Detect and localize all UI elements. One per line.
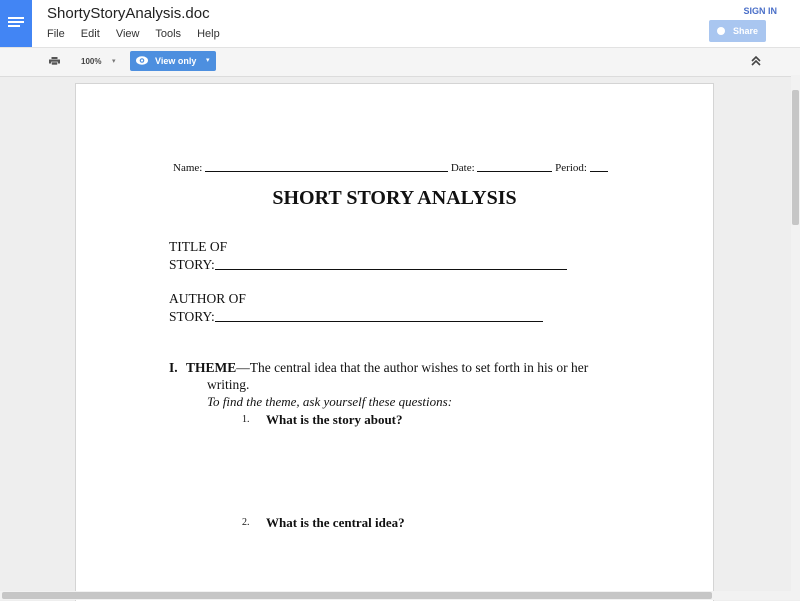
- author-label-2-row: STORY:: [169, 308, 543, 326]
- date-blank: [477, 160, 553, 172]
- person-icon: [716, 27, 725, 35]
- menu-edit[interactable]: Edit: [81, 28, 100, 40]
- author-label-1: AUTHOR OF: [169, 291, 246, 306]
- question-number: 1.: [242, 414, 250, 425]
- document-page: Name: Date: Period: SHORT STORY ANALYSIS…: [75, 83, 714, 601]
- view-only-label: View only: [155, 56, 197, 66]
- sign-in-link[interactable]: SIGN IN: [743, 6, 777, 16]
- date-label: Date:: [450, 162, 475, 174]
- period-blank: [589, 160, 608, 172]
- menu-view[interactable]: View: [116, 28, 140, 40]
- menu-tools[interactable]: Tools: [155, 28, 181, 40]
- document-heading: SHORT STORY ANALYSIS: [272, 187, 517, 209]
- horizontal-scrollbar[interactable]: [0, 591, 800, 600]
- name-date-period-line: Name: Date: Period:: [173, 160, 608, 174]
- share-button[interactable]: Share: [709, 20, 766, 42]
- author-field: AUTHOR OF STORY:: [169, 290, 543, 326]
- collapse-chevrons-icon[interactable]: [750, 54, 762, 68]
- horizontal-scroll-thumb[interactable]: [2, 592, 712, 599]
- section-label: THEME: [186, 360, 237, 375]
- name-blank: [205, 160, 449, 172]
- app-header: ShortyStoryAnalysis.doc File Edit View T…: [0, 0, 800, 47]
- author-label-2: STORY:: [169, 309, 215, 324]
- zoom-level[interactable]: 100%: [81, 57, 101, 66]
- chevron-down-icon[interactable]: ▾: [112, 57, 116, 65]
- author-blank: [214, 310, 543, 322]
- share-label: Share: [732, 26, 758, 36]
- period-label: Period:: [555, 162, 587, 174]
- toolbar: 100% ▾ View only ▾: [0, 47, 800, 77]
- name-label: Name:: [173, 162, 203, 174]
- chevron-down-icon: ▾: [206, 57, 210, 64]
- title-label-2-row: STORY:: [169, 256, 567, 274]
- document-title: ShortyStoryAnalysis.doc: [47, 5, 210, 22]
- question-text: What is the central idea?: [266, 515, 405, 530]
- menu-help[interactable]: Help: [197, 28, 220, 40]
- menu-bar: File Edit View Tools Help: [47, 28, 233, 40]
- title-blank: [214, 258, 567, 270]
- section-text-2: writing.: [207, 377, 250, 392]
- eye-icon: [136, 56, 148, 65]
- docs-home-icon[interactable]: [0, 0, 32, 47]
- vertical-scroll-thumb[interactable]: [792, 90, 799, 225]
- print-icon[interactable]: [49, 57, 60, 65]
- title-label-1: TITLE OF: [169, 239, 228, 254]
- section-text-1: —The central idea that the author wishes…: [236, 360, 589, 375]
- vertical-scrollbar[interactable]: [791, 75, 800, 600]
- title-label-2: STORY:: [169, 257, 215, 272]
- question-number: 2.: [242, 517, 250, 528]
- section-number: I.: [169, 360, 178, 375]
- title-field: TITLE OF STORY:: [169, 238, 567, 274]
- menu-file[interactable]: File: [47, 28, 65, 40]
- question-text: What is the story about?: [266, 412, 403, 427]
- view-only-button[interactable]: View only ▾: [130, 51, 216, 71]
- theme-section: I. THEME—The central idea that the author…: [169, 359, 639, 393]
- instruction-text: To find the theme, ask yourself these qu…: [207, 394, 453, 409]
